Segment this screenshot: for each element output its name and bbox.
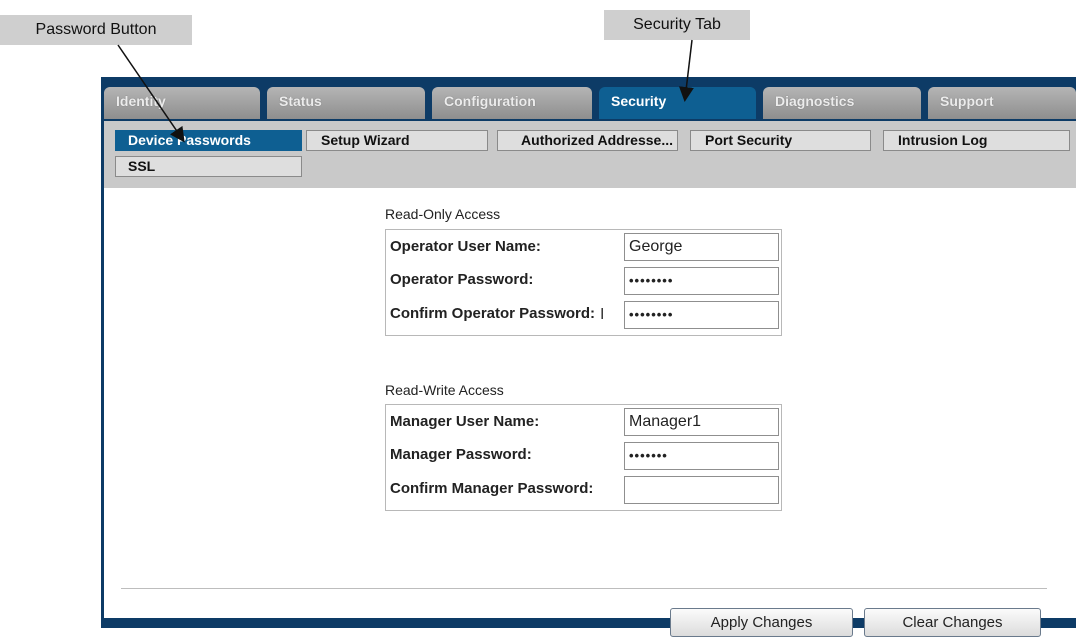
tab-status[interactable]: Status — [267, 87, 425, 119]
operator-user-name-input[interactable]: George — [624, 233, 779, 261]
tab-diagnostics[interactable]: Diagnostics — [763, 87, 921, 119]
device-passwords-button[interactable]: Device Passwords — [115, 130, 302, 151]
tab-identity[interactable]: Identity — [104, 87, 260, 119]
manager-password-label: Manager Password: — [390, 446, 532, 463]
security-tab-callout: Security Tab — [604, 10, 750, 40]
content-panel: Device Passwords Setup Wizard Authorized… — [104, 121, 1076, 637]
security-subnav: Device Passwords Setup Wizard Authorized… — [104, 121, 1076, 188]
text-cursor-icon: I — [600, 305, 605, 323]
main-tab-strip: Identity Status Configuration Security D… — [101, 87, 1076, 119]
read-only-fieldset: Operator User Name: George Operator Pass… — [385, 229, 782, 336]
confirm-manager-password-label: Confirm Manager Password: — [390, 480, 594, 497]
manager-password-input[interactable]: ••••••• — [624, 442, 779, 470]
apply-changes-button[interactable]: Apply Changes — [670, 608, 853, 637]
read-write-fieldset: Manager User Name: Manager1 Manager Pass… — [385, 404, 782, 511]
tab-configuration[interactable]: Configuration — [432, 87, 592, 119]
operator-user-name-label: Operator User Name: — [390, 238, 541, 255]
manager-user-name-label: Manager User Name: — [390, 413, 540, 430]
port-security-button[interactable]: Port Security — [690, 130, 871, 151]
clear-changes-button[interactable]: Clear Changes — [864, 608, 1041, 637]
authorized-addresses-button[interactable]: Authorized Addresse... — [497, 130, 678, 151]
password-button-callout: Password Button — [0, 15, 192, 45]
operator-password-input[interactable]: •••••••• — [624, 267, 779, 295]
setup-wizard-button[interactable]: Setup Wizard — [306, 130, 488, 151]
confirm-operator-password-input[interactable]: •••••••• — [624, 301, 779, 329]
intrusion-log-button[interactable]: Intrusion Log — [883, 130, 1070, 151]
read-only-section-title: Read-Only Access — [385, 206, 501, 222]
tab-support[interactable]: Support — [928, 87, 1076, 119]
confirm-manager-password-input[interactable] — [624, 476, 779, 504]
confirm-operator-password-label: Confirm Operator Password: — [390, 305, 596, 322]
manager-user-name-input[interactable]: Manager1 — [624, 408, 779, 436]
read-write-section-title: Read-Write Access — [385, 382, 504, 398]
tab-security[interactable]: Security — [599, 87, 756, 119]
ssl-button[interactable]: SSL — [115, 156, 302, 177]
operator-password-label: Operator Password: — [390, 271, 534, 288]
divider — [121, 588, 1047, 589]
app-window: Identity Status Configuration Security D… — [101, 77, 1076, 637]
